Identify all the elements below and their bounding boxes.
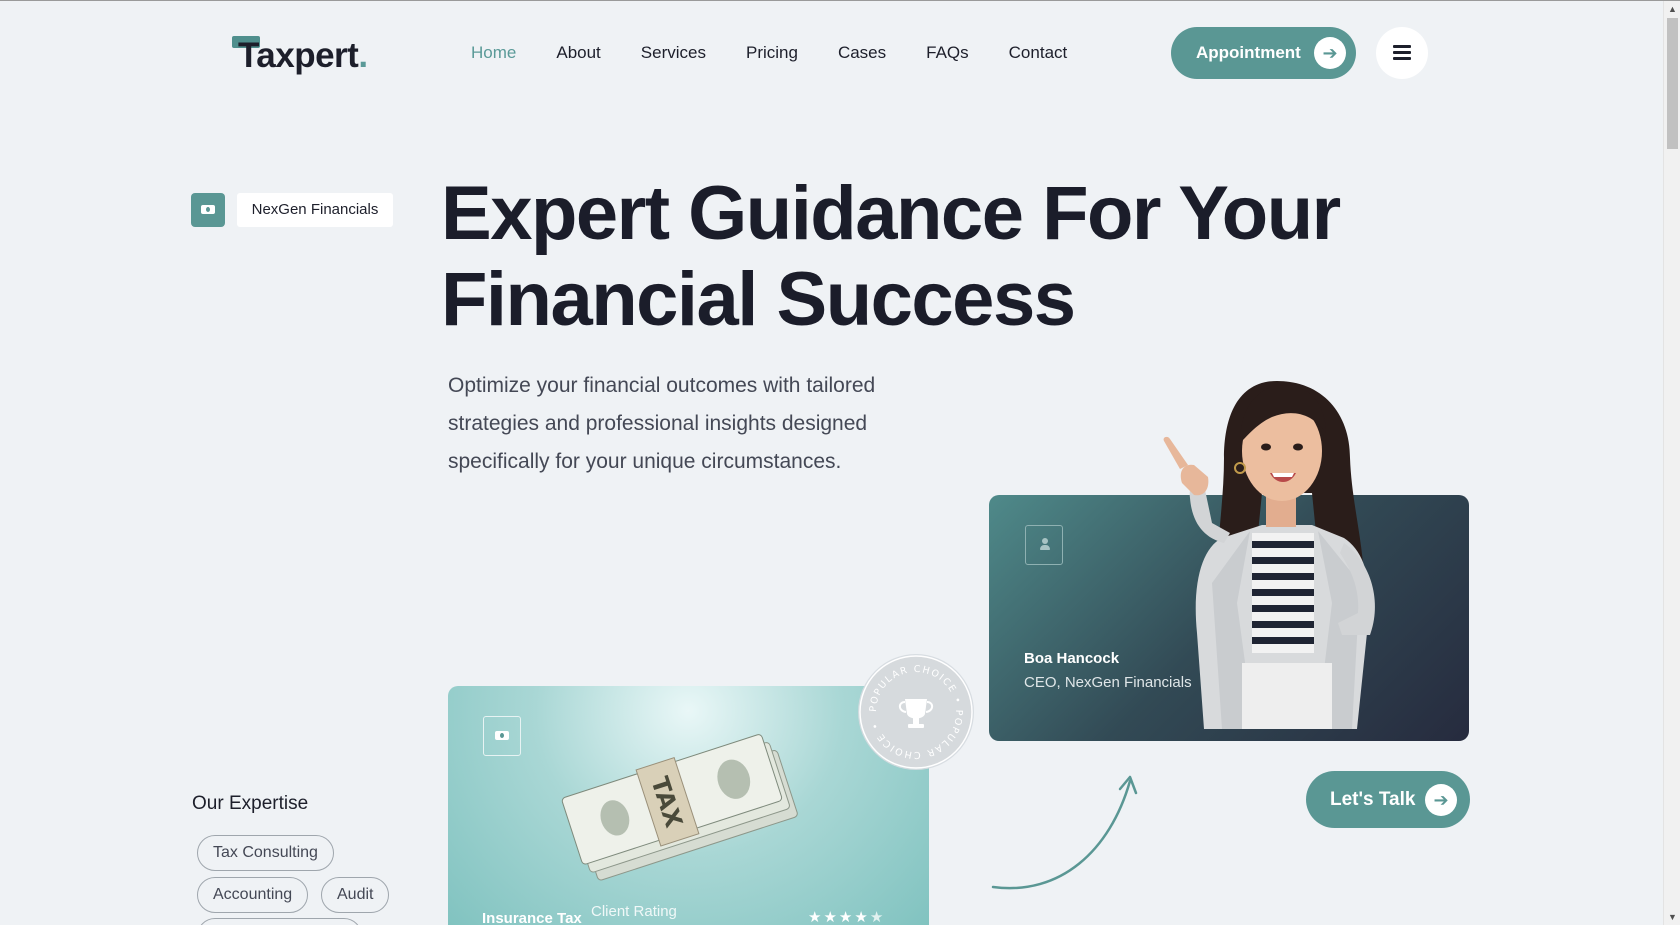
cash-icon xyxy=(483,716,521,756)
menu-button[interactable] xyxy=(1376,27,1428,79)
tag-audit[interactable]: Audit xyxy=(321,877,390,913)
hamburger-icon-bar xyxy=(1393,57,1411,60)
nav-about[interactable]: About xyxy=(556,41,600,65)
ceo-name: Boa Hancock xyxy=(1024,650,1120,667)
appointment-label: Appointment xyxy=(1196,43,1301,62)
lets-talk-button[interactable]: Let's Talk ➔ xyxy=(1306,771,1470,828)
logo[interactable]: Taxpert. xyxy=(232,34,382,75)
tag-partial[interactable] xyxy=(197,918,362,925)
tag-accounting[interactable]: Accounting xyxy=(197,877,309,913)
curved-arrow-icon xyxy=(991,775,1138,890)
star-icon: ★ xyxy=(823,909,839,925)
star-icon: ★ xyxy=(854,909,870,925)
hero-title: Expert Guidance For Your Financial Succe… xyxy=(441,171,1341,342)
arrow-right-icon: ➔ xyxy=(1425,784,1457,816)
nav-contact[interactable]: Contact xyxy=(1009,41,1068,65)
scroll-down-icon[interactable]: ▼ xyxy=(1664,909,1680,925)
scroll-up-icon[interactable]: ▲ xyxy=(1664,1,1680,18)
hero-subtitle: Optimize your financial outcomes with ta… xyxy=(448,374,876,473)
hamburger-icon-bar xyxy=(1393,51,1411,54)
brand-chip: NexGen Financials xyxy=(237,193,393,227)
nav-cases[interactable]: Cases xyxy=(838,41,886,65)
vertical-scrollbar[interactable]: ▲ ▼ xyxy=(1663,1,1680,925)
logo-text: Taxpert. xyxy=(238,36,368,75)
main-nav: Home About Services Pricing Cases FAQs C… xyxy=(471,41,1107,65)
rating-stars: ★★★★★ xyxy=(808,908,885,925)
star-half-icon: ★ xyxy=(869,909,886,925)
tax-card-title: Insurance Tax xyxy=(482,910,582,925)
expertise-title: Our Expertise xyxy=(192,793,309,814)
nav-home[interactable]: Home xyxy=(471,41,516,65)
cash-icon xyxy=(191,193,225,227)
user-icon xyxy=(1025,525,1063,565)
popular-choice-badge: POPULAR CHOICE • POPULAR CHOICE • xyxy=(858,654,974,770)
hamburger-icon xyxy=(1393,45,1411,48)
appointment-button[interactable]: Appointment ➔ xyxy=(1171,27,1356,79)
ceo-portrait xyxy=(1163,381,1375,729)
nav-services[interactable]: Services xyxy=(641,41,706,65)
star-icon: ★ xyxy=(808,909,824,925)
insurance-tax-card[interactable]: TAX Insurance Tax Client Rating ★★★★★ xyxy=(448,686,929,925)
page: Taxpert. Home About Services Pricing Cas… xyxy=(0,0,1680,925)
nav-faqs[interactable]: FAQs xyxy=(926,41,969,65)
nav-pricing[interactable]: Pricing xyxy=(746,41,798,65)
lets-talk-label: Let's Talk xyxy=(1330,789,1416,810)
rating-label: Client Rating xyxy=(591,903,677,920)
star-icon: ★ xyxy=(838,909,855,925)
money-stack-image: TAX xyxy=(561,734,798,881)
tag-tax-consulting[interactable]: Tax Consulting xyxy=(197,835,334,871)
arrow-right-icon: ➔ xyxy=(1314,37,1346,69)
scrollbar-thumb[interactable] xyxy=(1667,18,1678,149)
